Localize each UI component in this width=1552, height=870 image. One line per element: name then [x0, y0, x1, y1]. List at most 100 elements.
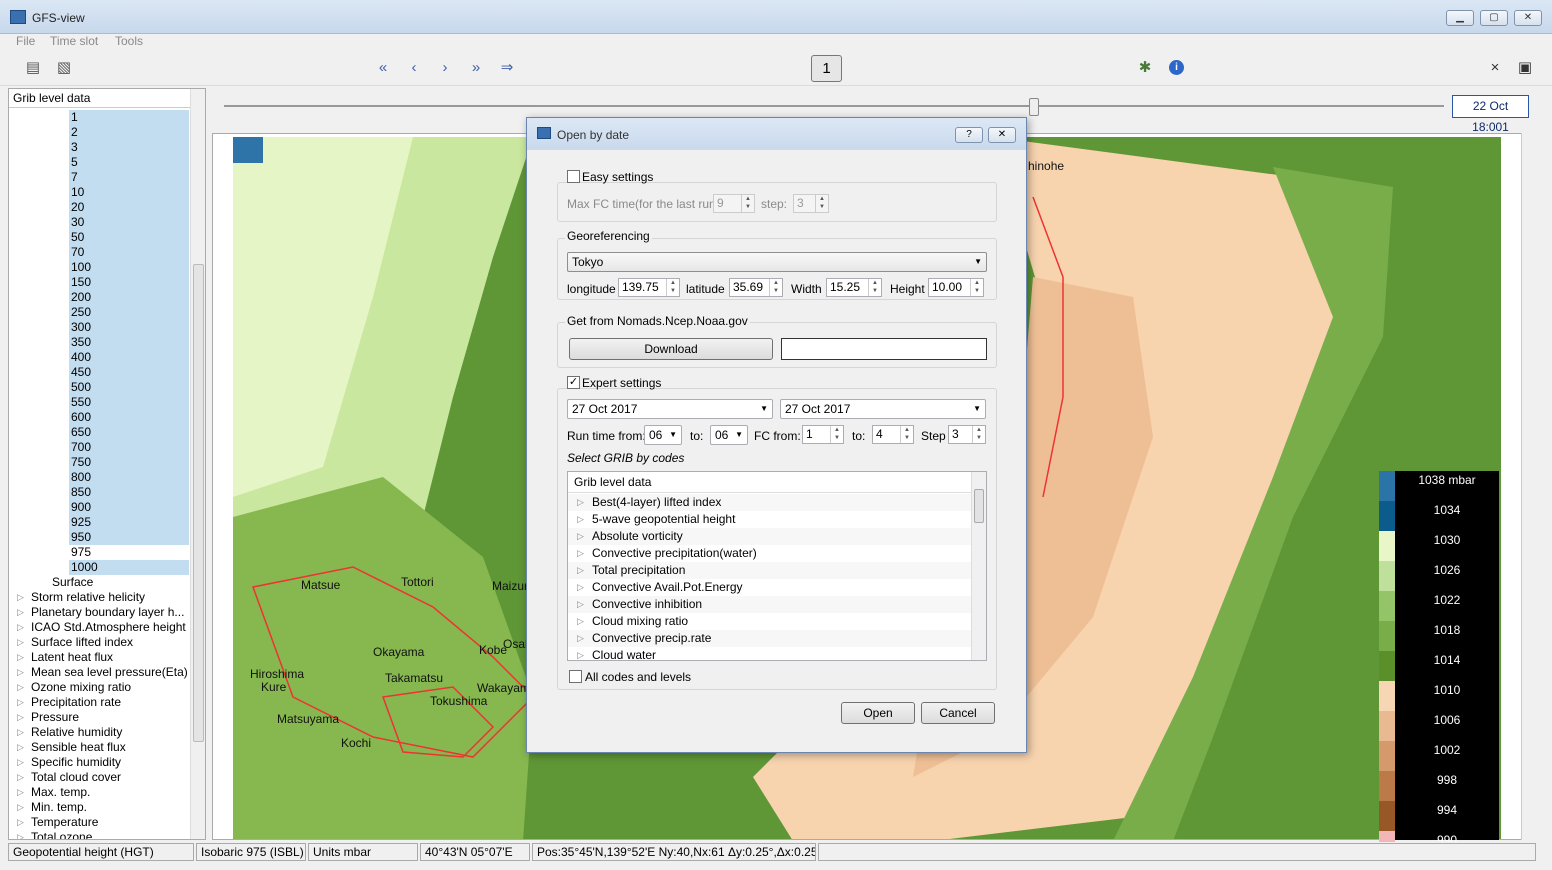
date-to-select[interactable]: 27 Oct 2017 ▼: [780, 399, 986, 419]
tree-level-item[interactable]: 7: [9, 170, 191, 185]
map-vertical-scrollbar[interactable]: [1521, 133, 1536, 840]
expand-arrow-icon[interactable]: ▷: [577, 545, 584, 562]
menu-tools[interactable]: Tools: [115, 34, 143, 48]
width-spinbox[interactable]: 15.25 ▲ ▼: [826, 278, 882, 297]
easy-step-spinbox[interactable]: 3 ▲ ▼: [793, 194, 829, 213]
expand-arrow-icon[interactable]: ▷: [577, 528, 584, 545]
tree-level-item[interactable]: 5: [9, 155, 191, 170]
tree-level-item[interactable]: 70: [9, 245, 191, 260]
grib-list-item[interactable]: ▷ Best(4-layer) lifted index: [568, 494, 972, 511]
tree-level-item[interactable]: 500: [9, 380, 191, 395]
step-spinbox[interactable]: 3 ▲ ▼: [948, 425, 986, 444]
open-file-icon[interactable]: ▤: [22, 58, 44, 78]
tree-category-item[interactable]: ▷ Ozone mixing ratio: [9, 680, 191, 695]
expand-arrow-icon[interactable]: ▷: [17, 800, 24, 815]
grib-list-item[interactable]: ▷ Cloud mixing ratio: [568, 613, 972, 630]
expand-arrow-icon[interactable]: ▷: [17, 665, 24, 680]
expand-arrow-icon[interactable]: ▷: [17, 635, 24, 650]
expand-arrow-icon[interactable]: ▷: [17, 680, 24, 695]
expand-arrow-icon[interactable]: ▷: [17, 815, 24, 830]
go-slot-icon[interactable]: ⇒: [496, 58, 518, 78]
tree-level-item[interactable]: 1: [9, 110, 191, 125]
expand-arrow-icon[interactable]: ▷: [577, 579, 584, 596]
expand-arrow-icon[interactable]: ▷: [17, 710, 24, 725]
tree-category-item[interactable]: ▷ Precipitation rate: [9, 695, 191, 710]
tree-level-item[interactable]: 700: [9, 440, 191, 455]
longitude-spinbox[interactable]: 139.75 ▲ ▼: [618, 278, 680, 297]
last-slot-icon[interactable]: »: [465, 58, 487, 78]
expand-arrow-icon[interactable]: ▷: [17, 590, 24, 605]
tree-category-item[interactable]: ▷ Total cloud cover: [9, 770, 191, 785]
tree-category-item[interactable]: ▷ ICAO Std.Atmosphere height: [9, 620, 191, 635]
tree-level-item[interactable]: 150: [9, 275, 191, 290]
fc-from-spinbox[interactable]: 1 ▲ ▼: [802, 425, 844, 444]
easy-settings-checkbox[interactable]: [567, 170, 580, 183]
grib-list-item[interactable]: ▷ Absolute vorticity: [568, 528, 972, 545]
tree-level-item[interactable]: 250: [9, 305, 191, 320]
tree-level-item[interactable]: 550: [9, 395, 191, 410]
tree-level-item[interactable]: 400: [9, 350, 191, 365]
grib-list-scrollbar[interactable]: [971, 472, 986, 660]
expand-arrow-icon[interactable]: ▷: [577, 562, 584, 579]
dialog-close-button[interactable]: ✕: [988, 127, 1016, 143]
latitude-spinbox[interactable]: 35.69 ▲ ▼: [729, 278, 783, 297]
tree-level-item[interactable]: 2: [9, 125, 191, 140]
tree-category-item[interactable]: ▷ Pressure: [9, 710, 191, 725]
expand-arrow-icon[interactable]: ▷: [17, 755, 24, 770]
first-slot-icon[interactable]: «: [372, 58, 394, 78]
tree-category-item[interactable]: ▷ Max. temp.: [9, 785, 191, 800]
expand-arrow-icon[interactable]: ▷: [577, 630, 584, 647]
download-button[interactable]: Download: [569, 338, 773, 360]
expand-arrow-icon[interactable]: ▷: [17, 770, 24, 785]
run-from-select[interactable]: 06 ▼: [644, 425, 682, 445]
help-button[interactable]: ?: [955, 127, 983, 143]
grib-list-item[interactable]: ▷ Total precipitation: [568, 562, 972, 579]
tree-category-item[interactable]: ▷ Relative humidity: [9, 725, 191, 740]
tree-level-item[interactable]: 750: [9, 455, 191, 470]
tree-category-item[interactable]: ▷ Mean sea level pressure(Eta): [9, 665, 191, 680]
menu-time-slot[interactable]: Time slot: [50, 34, 98, 48]
grib-list-item[interactable]: ▷ Cloud water: [568, 647, 972, 660]
tree-level-item[interactable]: 20: [9, 200, 191, 215]
tree-level-item[interactable]: 30: [9, 215, 191, 230]
tree-level-item[interactable]: 450: [9, 365, 191, 380]
tree-category-item[interactable]: ▷ Specific humidity: [9, 755, 191, 770]
next-slot-icon[interactable]: ›: [434, 58, 456, 78]
grib-list-item[interactable]: ▷ Convective precipitation(water): [568, 545, 972, 562]
tree-level-item[interactable]: 1000: [9, 560, 191, 575]
time-slider-track[interactable]: [224, 105, 1444, 107]
expand-arrow-icon[interactable]: ▷: [577, 613, 584, 630]
tree-level-item[interactable]: 925: [9, 515, 191, 530]
expand-arrow-icon[interactable]: ▷: [17, 650, 24, 665]
grib-list-item[interactable]: ▷ Convective precip.rate: [568, 630, 972, 647]
tree-level-item[interactable]: 975: [9, 545, 191, 560]
expand-arrow-icon[interactable]: ▷: [577, 647, 584, 660]
tree-scrollbar-thumb[interactable]: [193, 264, 204, 742]
tree-level-item[interactable]: 50: [9, 230, 191, 245]
max-fc-spinbox[interactable]: 9 ▲ ▼: [713, 194, 755, 213]
open-by-date-icon[interactable]: ▧: [53, 58, 75, 78]
tree-level-item[interactable]: 850: [9, 485, 191, 500]
page-indicator-button[interactable]: 1: [811, 55, 842, 82]
expand-arrow-icon[interactable]: ▷: [17, 620, 24, 635]
tree-level-item[interactable]: 3: [9, 140, 191, 155]
tree-scrollbar[interactable]: [190, 89, 205, 839]
maximize-button[interactable]: ▢: [1480, 10, 1508, 26]
tree-category-item[interactable]: ▷ Temperature: [9, 815, 191, 830]
date-from-select[interactable]: 27 Oct 2017 ▼: [567, 399, 773, 419]
tree-level-item[interactable]: 100: [9, 260, 191, 275]
expand-arrow-icon[interactable]: ▷: [17, 740, 24, 755]
grib-list-item[interactable]: ▷ Convective Avail.Pot.Energy: [568, 579, 972, 596]
tree-category-item[interactable]: ▷ Surface lifted index: [9, 635, 191, 650]
height-spinbox[interactable]: 10.00 ▲ ▼: [928, 278, 984, 297]
open-button[interactable]: Open: [841, 702, 915, 724]
expand-arrow-icon[interactable]: ▷: [17, 605, 24, 620]
tree-level-item[interactable]: 300: [9, 320, 191, 335]
close-file-icon[interactable]: ×: [1484, 58, 1506, 78]
tree-category-item[interactable]: ▷ Min. temp.: [9, 800, 191, 815]
grib-list-item[interactable]: ▷ 5-wave geopotential height: [568, 511, 972, 528]
time-slider-thumb[interactable]: [1029, 98, 1039, 116]
tree-category-item[interactable]: ▷ Planetary boundary layer h...: [9, 605, 191, 620]
expand-arrow-icon[interactable]: ▷: [17, 695, 24, 710]
info-icon[interactable]: i: [1169, 60, 1184, 75]
